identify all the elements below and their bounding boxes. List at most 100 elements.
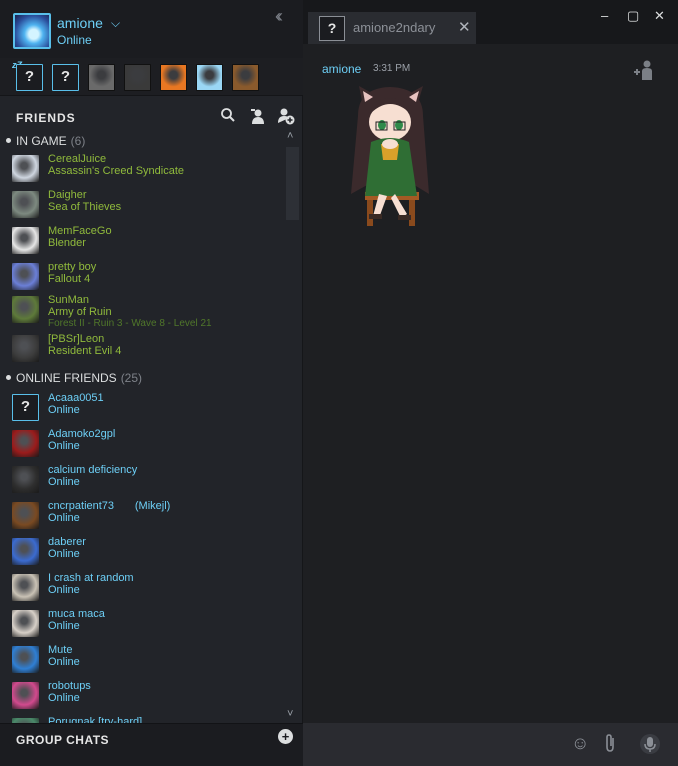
friend-avatar[interactable] <box>12 296 39 323</box>
friend-avatar[interactable] <box>12 538 39 565</box>
friend-name: [PBSr]Leon <box>48 333 105 345</box>
friend-status: Online <box>48 584 80 596</box>
recent-chat-avatar[interactable] <box>124 64 151 91</box>
friend-name: Adamoko2gpl <box>48 428 116 440</box>
message-author[interactable]: amione <box>322 62 361 76</box>
in-game-section-header[interactable]: IN GAME (6) <box>6 134 85 148</box>
friend-name: Daigher <box>48 189 87 201</box>
tab-name: amione2ndary <box>353 20 436 35</box>
friend-name: muca maca <box>48 608 105 620</box>
maximize-icon[interactable]: ▢ <box>627 8 639 24</box>
friend-row[interactable]: muca maca Online <box>12 608 287 642</box>
group-chats-title: GROUP CHATS <box>16 733 110 747</box>
self-avatar[interactable] <box>13 13 51 49</box>
chevron-up-icon[interactable]: ˄ <box>287 130 293 142</box>
message-compose-bar[interactable]: ☺ <box>303 723 678 766</box>
chevron-down-icon[interactable]: ˅ <box>287 708 293 720</box>
chat-tab[interactable]: ? amione2ndary ✕ <box>308 12 476 44</box>
friend-avatar[interactable] <box>12 646 39 673</box>
close-icon[interactable]: ✕ <box>654 8 665 24</box>
friends-scrollbar[interactable] <box>287 133 300 723</box>
friend-row[interactable]: daberer Online <box>12 536 287 570</box>
invite-friend-icon[interactable] <box>633 59 655 85</box>
chevron-down-icon[interactable]: ⌵ <box>111 16 120 31</box>
friend-name: MemFaceGo <box>48 225 112 237</box>
add-friend-icon[interactable] <box>277 107 295 129</box>
friend-avatar[interactable] <box>12 466 39 493</box>
friend-row[interactable]: CerealJuice Assassin's Creed Syndicate <box>12 153 287 187</box>
minimize-icon[interactable]: – <box>601 8 608 23</box>
friend-game: Fallout 4 <box>48 273 91 285</box>
friend-row[interactable]: calcium deficiency Online <box>12 464 287 498</box>
close-tab-icon[interactable]: ✕ <box>458 18 471 36</box>
friend-avatar[interactable] <box>12 610 39 637</box>
friend-avatar[interactable] <box>12 502 39 529</box>
friend-nickname: (Mikejl) <box>134 500 171 512</box>
friend-game: Army of Ruin <box>48 306 112 318</box>
friend-row[interactable]: Mute Online <box>12 644 287 678</box>
friend-row[interactable]: MemFaceGo Blender <box>12 225 287 259</box>
voice-chat-icon[interactable] <box>639 733 661 760</box>
friend-row[interactable]: cncrpatient73 (Mikejl) Online <box>12 500 287 534</box>
recent-chat-avatar[interactable] <box>232 64 259 91</box>
friend-status: Online <box>48 548 80 560</box>
friends-list-icon[interactable] <box>250 107 266 129</box>
friend-row[interactable]: robotups Online <box>12 680 287 714</box>
friends-panel: amione ⌵ Online ‹‹ zZ ?? FRIENDS IN GAME… <box>0 0 303 766</box>
friend-row[interactable]: I crash at random Online <box>12 572 287 606</box>
add-group-chat-icon[interactable]: + <box>278 729 293 744</box>
section-bullet <box>6 138 11 143</box>
friend-avatar[interactable] <box>12 682 39 709</box>
friend-name: calcium deficiency <box>48 464 138 476</box>
search-icon[interactable] <box>220 107 236 127</box>
friend-name: Mute <box>48 644 73 656</box>
friend-avatar[interactable] <box>12 191 39 218</box>
recent-chat-avatar[interactable]: ? <box>52 64 79 91</box>
in-game-count: (6) <box>70 134 86 148</box>
friend-game: Blender <box>48 237 86 249</box>
friend-row[interactable]: [PBSr]Leon Resident Evil 4 <box>12 333 287 367</box>
friend-avatar[interactable]: ? <box>12 394 39 421</box>
user-header: amione ⌵ Online ‹‹ <box>0 0 303 58</box>
section-bullet <box>6 375 11 380</box>
friend-status: Online <box>48 692 80 704</box>
group-chats-bar[interactable]: GROUP CHATS + <box>0 723 303 766</box>
recent-chat-avatar[interactable] <box>88 64 115 91</box>
friend-row[interactable]: pretty boy Fallout 4 <box>12 261 287 295</box>
friend-avatar[interactable] <box>12 227 39 254</box>
friend-row[interactable]: Daigher Sea of Thieves <box>12 189 287 223</box>
online-section-header[interactable]: ONLINE FRIENDS (25) <box>6 371 142 385</box>
recent-chat-avatar[interactable] <box>160 64 187 91</box>
friend-name: daberer <box>48 536 86 548</box>
friend-status: Online <box>48 656 80 668</box>
friend-row[interactable]: SunMan Army of Ruin Forest II - Ruin 3 - W… <box>12 294 287 332</box>
friend-name: cncrpatient73 <box>48 500 115 512</box>
friend-row[interactable]: ? Acaaa0051 Online <box>12 392 287 426</box>
friend-game: Assassin's Creed Syndicate <box>48 165 184 177</box>
sticker-image <box>351 86 429 226</box>
friend-avatar[interactable] <box>12 574 39 601</box>
recent-chat-avatar[interactable] <box>196 64 223 91</box>
attachment-icon[interactable] <box>603 733 617 758</box>
online-count: (25) <box>120 371 143 385</box>
recent-chats-bar: zZ ?? <box>0 58 303 96</box>
friend-avatar[interactable] <box>12 430 39 457</box>
friend-avatar[interactable] <box>12 263 39 290</box>
friend-avatar[interactable] <box>12 155 39 182</box>
friends-header: FRIENDS <box>0 97 303 131</box>
friend-avatar[interactable] <box>12 335 39 362</box>
friend-name: CerealJuice <box>48 153 107 165</box>
collapse-panel-icon[interactable]: ‹‹ <box>275 6 283 27</box>
in-game-label: IN GAME <box>16 134 67 148</box>
self-status[interactable]: Online <box>57 33 92 47</box>
friend-game: Sea of Thieves <box>48 201 122 213</box>
friends-title: FRIENDS <box>16 111 76 125</box>
emoji-icon[interactable]: ☺ <box>571 733 589 754</box>
scrollbar-thumb[interactable] <box>286 147 299 220</box>
friend-status: Online <box>48 404 80 416</box>
friend-row[interactable]: Adamoko2gpl Online <box>12 428 287 462</box>
self-name[interactable]: amione <box>57 15 103 31</box>
recent-chat-avatar[interactable]: ? <box>16 64 43 91</box>
online-label: ONLINE FRIENDS <box>16 371 117 385</box>
friend-name: robotups <box>48 680 91 692</box>
